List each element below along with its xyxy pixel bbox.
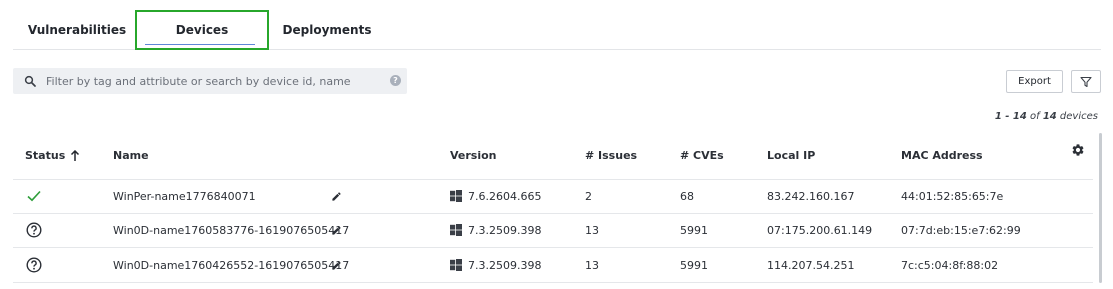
local-ip: 83.242.160.167 xyxy=(767,189,855,203)
windows-icon xyxy=(450,190,462,202)
version-cell: 7.6.2604.665 xyxy=(450,179,541,213)
status-cell xyxy=(26,213,46,247)
mac-address: 7c:c5:04:8f:88:02 xyxy=(901,258,999,272)
cves-count: 5991 xyxy=(680,258,708,272)
device-name[interactable]: WinPer-name1776840071 xyxy=(113,179,256,213)
pagination-suffix: devices xyxy=(1056,111,1098,122)
pencil-icon xyxy=(332,225,341,235)
tab-vulnerabilities[interactable]: Vulnerabilities xyxy=(23,10,131,50)
cves-count: 68 xyxy=(680,189,694,203)
issues-count: 2 xyxy=(585,189,592,203)
cves-count: 5991 xyxy=(680,223,708,237)
mac-address: 07:7d:eb:15:e7:62:99 xyxy=(901,223,1021,237)
version-text: 7.3.2509.398 xyxy=(468,223,542,237)
check-icon xyxy=(27,190,41,202)
pencil-icon xyxy=(332,260,341,270)
question-circle-icon xyxy=(26,257,42,273)
tab-label: Deployments xyxy=(282,23,372,37)
export-button[interactable]: Export xyxy=(1006,70,1063,93)
column-header-mac-address[interactable]: MAC Address xyxy=(901,149,983,162)
status-cell xyxy=(26,179,46,213)
search-input[interactable] xyxy=(46,74,376,88)
filter-button[interactable] xyxy=(1071,70,1101,93)
column-header-cves[interactable]: # CVEs xyxy=(680,149,724,162)
search-bar: ? xyxy=(13,68,407,94)
tab-deployments[interactable]: Deployments xyxy=(269,10,385,50)
column-header-name[interactable]: Name xyxy=(113,149,149,162)
version-text: 7.6.2604.665 xyxy=(468,189,542,203)
pagination-of: of xyxy=(1026,111,1043,122)
edit-name-button[interactable] xyxy=(331,179,345,213)
version-cell: 7.3.2509.398 xyxy=(450,248,541,282)
edit-name-button[interactable] xyxy=(331,248,345,282)
local-ip: 114.207.54.251 xyxy=(767,258,855,272)
version-text: 7.3.2509.398 xyxy=(468,258,542,272)
pagination-total: 14 xyxy=(1042,111,1057,122)
table-row[interactable]: WinPer-name1776840071 7.6.2604.665 2 68 … xyxy=(13,179,1093,213)
windows-icon xyxy=(450,259,462,271)
device-name[interactable]: Win0D-name1760426552-1619076505417 xyxy=(113,248,349,282)
tab-bar: Vulnerabilities Devices Deployments xyxy=(13,10,1101,50)
column-header-label: Status xyxy=(25,149,66,162)
arrow-up-icon xyxy=(71,149,80,161)
search-icon xyxy=(24,75,36,87)
column-header-status[interactable]: Status xyxy=(25,149,80,162)
version-cell: 7.3.2509.398 xyxy=(450,213,541,247)
mac-address: 44:01:52:85:65:7e xyxy=(901,189,1004,203)
table-row[interactable]: Win0D-name1760583776-1619076505417 7.3.2… xyxy=(13,213,1093,247)
pagination-summary: 1 - 14 of 14 devices xyxy=(995,111,1098,122)
vertical-scrollbar[interactable] xyxy=(1099,133,1102,283)
help-icon[interactable]: ? xyxy=(390,75,401,86)
local-ip: 07:175.200.61.149 xyxy=(767,223,873,237)
question-circle-icon xyxy=(26,222,42,238)
tab-label: Vulnerabilities xyxy=(27,23,127,37)
pagination-range: 1 - 14 xyxy=(994,111,1027,122)
status-cell xyxy=(26,248,46,282)
column-header-issues[interactable]: # Issues xyxy=(585,149,637,162)
filter-icon xyxy=(1080,76,1092,87)
row-divider xyxy=(13,282,1093,283)
tab-devices[interactable]: Devices xyxy=(135,10,269,50)
pencil-icon xyxy=(332,191,341,201)
windows-icon xyxy=(450,224,462,236)
issues-count: 13 xyxy=(585,258,599,272)
tab-label: Devices xyxy=(175,23,229,37)
column-header-version[interactable]: Version xyxy=(450,149,497,162)
column-header-local-ip[interactable]: Local IP xyxy=(767,149,815,162)
gear-icon[interactable] xyxy=(1071,143,1085,157)
device-name[interactable]: Win0D-name1760583776-1619076505417 xyxy=(113,213,349,247)
table-row[interactable]: Win0D-name1760426552-1619076505417 7.3.2… xyxy=(13,248,1093,282)
issues-count: 13 xyxy=(585,223,599,237)
edit-name-button[interactable] xyxy=(331,213,345,247)
active-tab-underline xyxy=(145,44,255,45)
